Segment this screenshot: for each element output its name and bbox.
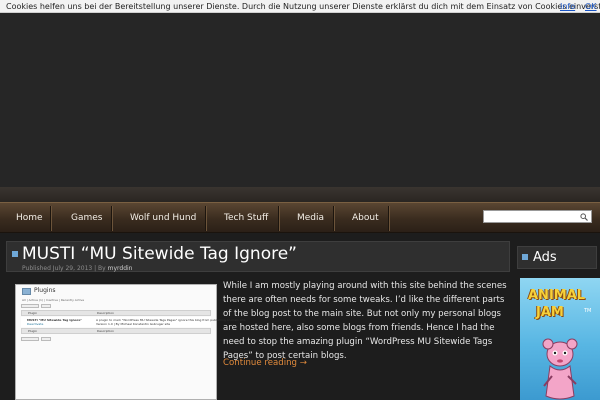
thumbnail-col-plugin: Plugin [28,311,38,315]
thumbnail-table-header: Plugin Description [21,310,211,316]
nav-separator [50,206,51,231]
ad-character-illustration [542,338,578,400]
nav-item-tech-stuff[interactable]: Tech Stuff [224,203,268,234]
nav-separator [205,206,206,231]
nav-item-about[interactable]: About [352,203,379,234]
nav-separator [388,206,389,231]
ads-widget-header [517,246,597,269]
cookie-notice-text: Cookies helfen uns bei der Bereitstellun… [6,2,600,11]
site-header [0,13,600,202]
ad-logo-line1: ANIMAL [528,288,586,303]
title-bullet-icon [522,254,528,260]
post-author-link[interactable]: myrddin [108,265,133,272]
nav-separator [333,206,334,231]
header-band [0,187,600,202]
post-title[interactable]: MUSTI “MU Sitewide Tag Ignore” [22,241,297,267]
thumbnail-bulk-select [21,337,39,341]
nav-separator [111,206,112,231]
title-bullet-icon [12,251,18,257]
search-icon[interactable] [580,213,588,221]
ads-widget-title: Ads [533,250,557,265]
thumbnail-bulk-select [21,304,39,308]
thumbnail-apply-button [41,304,51,308]
thumbnail-col-description: Description [97,311,115,315]
plugins-icon [22,288,31,295]
post-meta: Published July 29, 2013 | By myrddin [22,265,132,272]
nav-item-wolf-und-hund[interactable]: Wolf und Hund [130,203,196,234]
post-thumbnail[interactable]: Plugins All | Active (1) | Inactive | Re… [15,284,246,400]
post-excerpt: While I am mostly playing around with th… [223,281,507,361]
cookie-info-link[interactable]: Info [560,0,575,13]
thumbnail-subnav: All | Active (1) | Inactive | Recently A… [22,298,85,302]
cookie-bar: Cookies helfen uns bei der Bereitstellun… [0,0,600,13]
thumbnail-col-description: Description [97,329,115,333]
thumbnail-row-version: Version 1.0 | By Michael Konstantin Gsbr… [96,322,171,326]
cookie-ok-link[interactable]: OK [585,0,597,13]
thumbnail-row-action: Deactivate [27,322,44,326]
ad-banner[interactable]: ANIMAL JAM TM [520,278,600,400]
thumbnail-title: Plugins [34,287,56,294]
ad-trademark: TM [584,308,592,314]
nav-separator [278,206,279,231]
continue-reading-link[interactable]: Continue reading → [223,358,307,368]
post-date: Published July 29, 2013 | By [22,265,108,272]
search-input[interactable] [483,210,592,223]
thumbnail-table-footer: Plugin Description [21,328,211,334]
nav-item-games[interactable]: Games [71,203,102,234]
thumbnail-apply-button [41,337,51,341]
thumbnail-col-plugin: Plugin [28,329,38,333]
ad-logo-line2: JAM [536,305,564,320]
thumbnail-table-row: MUSTI "MU Sitewide Tag Ignore" Deactivat… [21,317,246,327]
nav-item-home[interactable]: Home [16,203,43,234]
nav-item-media[interactable]: Media [297,203,324,234]
